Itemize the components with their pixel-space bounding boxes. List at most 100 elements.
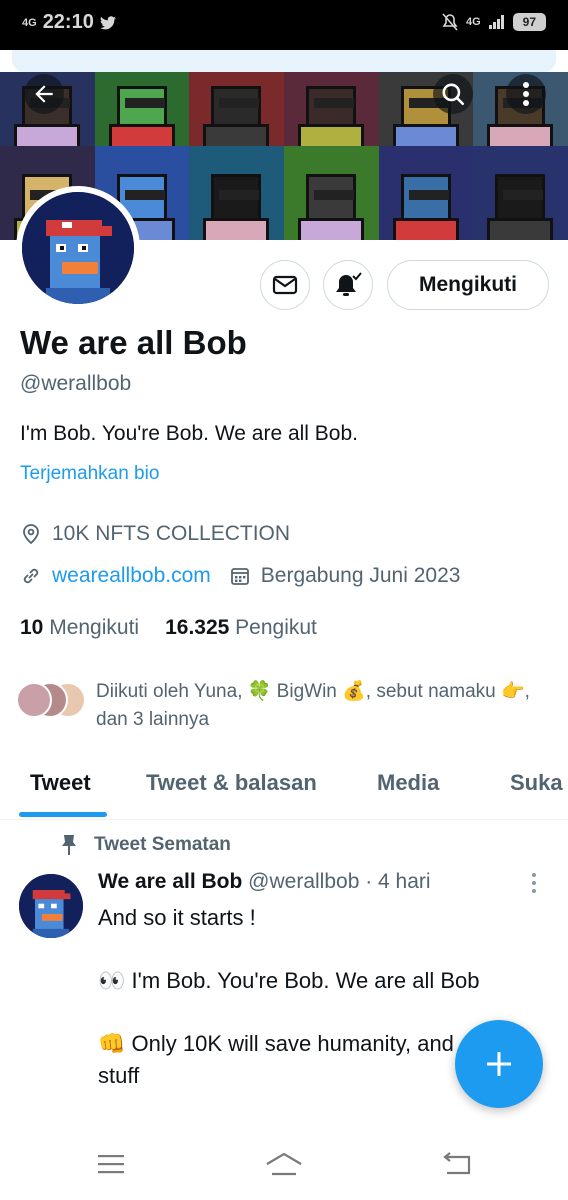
tweet-meta: @werallbob · 4 hari <box>248 870 431 893</box>
followers-label: Pengikut <box>235 616 317 639</box>
message-button[interactable] <box>260 260 310 310</box>
followed-by[interactable]: Diikuti oleh Yuna, 🍀 BigWin 💰, sebut nam… <box>16 678 556 734</box>
more-vertical-icon <box>523 82 529 106</box>
more-options-button[interactable] <box>506 74 546 114</box>
banner-nft-tile <box>378 146 474 240</box>
following-button[interactable]: Mengikuti <box>387 260 549 310</box>
bob-avatar-art <box>22 192 134 304</box>
nft-eyes <box>124 190 165 200</box>
nft-body <box>392 124 459 146</box>
network-indicator-right: 4G <box>465 16 481 28</box>
nft-body <box>487 124 554 146</box>
profile-name: We are all Bob <box>20 324 247 361</box>
system-navigation-bar <box>0 1130 568 1200</box>
banner-nft-tile <box>283 146 379 240</box>
more-vertical-icon <box>532 873 536 893</box>
followers-count: 16.325 <box>165 616 230 639</box>
profile-avatar[interactable] <box>16 186 140 310</box>
translate-bio-link[interactable]: Terjemahkan bio <box>20 463 159 485</box>
bob-avatar-art <box>19 874 83 938</box>
website-joined-row: weareallbob.com Bergabung Juni 2023 <box>20 564 460 588</box>
nft-body <box>203 124 270 146</box>
nft-eyes <box>408 190 449 200</box>
nft-body <box>14 124 80 146</box>
clock: 22:10 <box>42 11 94 33</box>
profile-tabs: Tweet Tweet & balasan Media Suka <box>0 756 568 820</box>
link-icon <box>20 565 42 587</box>
nft-eyes <box>313 98 354 108</box>
follow-counts: 10 Mengikuti 16.325 Pengikut <box>20 616 317 640</box>
followers-you-know-avatars <box>16 678 96 718</box>
location-text: 10K NFTS COLLECTION <box>52 522 291 545</box>
followed-by-text: Diikuti oleh Yuna, 🍀 BigWin 💰, sebut nam… <box>96 681 530 730</box>
pin-icon <box>62 835 76 855</box>
signal-icon <box>488 15 504 29</box>
active-tab-indicator <box>19 812 107 817</box>
banner-nft-tile <box>189 146 284 240</box>
banner-nft-tile <box>94 72 190 146</box>
twitter-bird-icon <box>99 15 116 29</box>
pinned-label: Tweet Sematan <box>94 834 231 855</box>
menu-icon <box>98 1155 124 1174</box>
status-left: 4G 22:10 <box>22 11 116 34</box>
nft-body <box>297 218 364 240</box>
location-pin-icon <box>20 523 42 545</box>
banner-nft-tile <box>473 146 568 240</box>
arrow-left-icon <box>35 85 53 103</box>
notifications-button[interactable] <box>323 260 373 310</box>
banner-nft-tile <box>283 72 379 146</box>
nft-body <box>392 218 459 240</box>
back-nav-button[interactable] <box>442 1152 472 1181</box>
tweet-line-gap <box>98 934 518 966</box>
tweet-line-gap <box>98 1091 518 1123</box>
network-indicator: 4G <box>22 16 37 29</box>
tweet-avatar[interactable] <box>19 874 83 938</box>
nft-eyes <box>219 98 260 108</box>
status-right: 4G 97 <box>442 13 546 31</box>
tab-likes[interactable]: Suka <box>510 770 563 796</box>
following-label: Mengikuti <box>49 616 140 639</box>
search-strip <box>12 50 556 72</box>
tweet-header: We are all Bob @werallbob · 4 hari <box>98 870 431 894</box>
tweet-author[interactable]: We are all Bob <box>98 870 242 893</box>
bell-check-icon <box>336 272 362 296</box>
tweet-line: 👀 I'm Bob. You're Bob. We are all Bob <box>98 968 480 993</box>
nft-eyes <box>219 190 260 200</box>
tweet-line-gap <box>98 997 518 1029</box>
tab-media[interactable]: Media <box>377 770 439 796</box>
nft-eyes <box>124 98 165 108</box>
back-button[interactable] <box>24 74 64 114</box>
mini-avatar <box>16 682 52 718</box>
website-link[interactable]: weareallbob.com <box>52 564 211 588</box>
tweet-more-button[interactable] <box>530 872 538 899</box>
following-count-link[interactable]: 10 Mengikuti <box>20 616 139 640</box>
nft-eyes <box>313 190 354 200</box>
nft-body <box>487 218 554 240</box>
followers-count-link[interactable]: 16.325 Pengikut <box>165 616 317 640</box>
recents-button[interactable] <box>96 1152 126 1181</box>
location-row: 10K NFTS COLLECTION <box>20 522 290 546</box>
battery-level: 97 <box>512 13 546 31</box>
nft-body <box>108 124 175 146</box>
calendar-icon <box>229 565 251 587</box>
home-icon <box>266 1152 302 1176</box>
compose-tweet-button[interactable] <box>455 1020 543 1108</box>
nft-body <box>203 218 270 240</box>
search-button[interactable] <box>433 74 473 114</box>
tab-tweet[interactable]: Tweet <box>30 770 91 796</box>
home-button[interactable] <box>264 1152 304 1183</box>
nft-eyes <box>503 190 544 200</box>
tweet-line: And so it starts ! <box>98 905 256 930</box>
envelope-icon <box>272 275 298 295</box>
joined-date: Bergabung Juni 2023 <box>260 564 461 587</box>
status-bar: 4G 22:10 4G 97 <box>0 0 568 50</box>
mute-icon <box>442 13 458 31</box>
tweet-text: And so it starts ! 👀 I'm Bob. You're Bob… <box>98 902 518 1154</box>
avatar-image <box>22 192 134 304</box>
tab-tweet-replies[interactable]: Tweet & balasan <box>146 770 317 796</box>
banner-nft-tile <box>189 72 284 146</box>
search-icon <box>442 83 465 106</box>
plus-icon <box>487 1052 511 1076</box>
profile-bio: I'm Bob. You're Bob. We are all Bob. <box>20 422 358 445</box>
back-icon <box>443 1152 471 1175</box>
